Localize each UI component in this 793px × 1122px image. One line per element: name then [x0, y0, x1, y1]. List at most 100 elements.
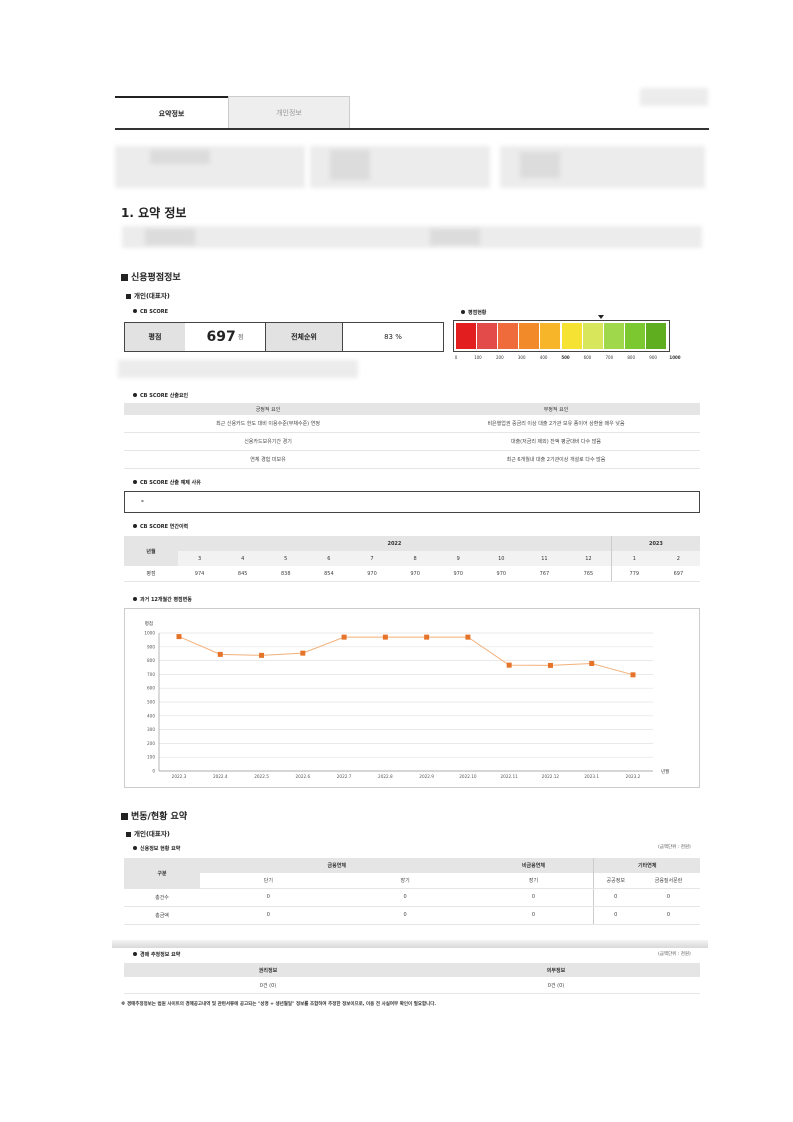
positive-factor: 연체 경험 미보유	[124, 450, 412, 469]
gauge-segment	[498, 323, 519, 349]
data-point	[630, 672, 636, 678]
history-month: 1	[610, 551, 657, 566]
gauge-segment	[456, 323, 477, 349]
exclusion-box: -	[124, 491, 700, 513]
trend-title: 과거 12개월간 평점변동	[133, 596, 192, 603]
auction-rights-header: 권리정보	[124, 963, 412, 977]
gauge-ticks: 0 100 200 300 400 500 600 700 800 900 1000	[450, 355, 681, 363]
data-point	[176, 634, 182, 640]
x-tick-label: 2022.8	[378, 774, 393, 779]
cb-score-label: CB SCORE	[133, 309, 168, 315]
dot-bullet-icon	[133, 309, 137, 313]
history-score: 970	[350, 566, 394, 582]
x-tick-label: 2023.2	[626, 774, 641, 779]
section-divider	[112, 940, 708, 948]
credit-subtitle-text: 개인(대표자)	[134, 292, 170, 300]
history-score: 697	[656, 566, 700, 582]
x-tick-label: 2022.4	[213, 774, 228, 779]
status-public-header: 공공정보	[593, 873, 638, 889]
y-tick-label: 500	[147, 700, 155, 705]
history-score: 845	[221, 566, 265, 582]
history-table: 년월 2022 2023 3 4 5 6 7 8 9 10 11 12 1 2 평점 974 845 838…	[124, 536, 700, 582]
negative-factor: 비은행업권 중금리 이상 대출 2가관 보유 종이어 상환을 매우 낮음	[412, 415, 700, 433]
score-gauge	[453, 320, 670, 352]
history-month: 5	[264, 551, 308, 566]
x-tick-label: 2022.12	[542, 774, 560, 779]
credit-subtitle: 개인(대표자)	[126, 290, 170, 300]
gauge-segment	[603, 323, 624, 349]
status-cell: 0	[336, 888, 474, 907]
data-point	[506, 662, 512, 668]
history-year-2023: 2023	[610, 536, 700, 551]
redacted-block	[430, 229, 480, 245]
x-tick-label: 2022.11	[501, 774, 519, 779]
status-row-label: 총금액	[124, 906, 200, 925]
credit-title-text: 신용평점정보	[131, 273, 181, 283]
history-score: 974	[178, 566, 222, 582]
gauge-segment	[645, 323, 666, 349]
gauge-segment	[540, 323, 561, 349]
status-fin-header: 금융연체	[200, 858, 474, 873]
gauge-tick-label: 700	[605, 355, 614, 360]
y-tick-label: 300	[147, 727, 155, 732]
exclusion-title: CB SCORE 산출 예제 사유	[133, 479, 201, 486]
exclusion-value: -	[141, 497, 144, 505]
status-short-header: 단기	[200, 873, 337, 889]
series-line	[178, 636, 634, 676]
redacted-block	[520, 152, 560, 178]
history-score: 970	[436, 566, 480, 582]
history-row-label: 평점	[124, 566, 178, 582]
data-point	[217, 651, 223, 657]
history-month: 6	[307, 551, 351, 566]
x-tick-label: 2022.7	[337, 774, 352, 779]
x-tick-label: 2023.1	[584, 774, 599, 779]
score-box: 평점 697 점 전체순위 83 %	[124, 322, 444, 352]
history-score: 970	[479, 566, 523, 582]
history-year-2022: 2022	[178, 536, 612, 551]
score-value-cell: 697 점	[185, 323, 265, 351]
change-subtitle: 개인(대표자)	[126, 828, 170, 838]
gauge-tick-label: 800	[627, 355, 636, 360]
data-point	[465, 634, 471, 640]
tab-personal[interactable]: 개인정보	[228, 96, 350, 128]
tab-underline	[115, 128, 709, 130]
factors-title: CB SCORE 산출요인	[133, 392, 188, 399]
tab-summary[interactable]: 요약정보	[115, 96, 228, 128]
history-month: 9	[436, 551, 480, 566]
history-month: 11	[522, 551, 566, 566]
gauge-pointer-icon	[598, 315, 604, 319]
gauge-tick-label: 1000	[669, 355, 681, 360]
gauge-tick-label: 900	[649, 355, 657, 360]
status-cell: 0	[637, 888, 700, 907]
rank-value: 83 %	[384, 333, 402, 341]
gauge-tick-label: 500	[561, 355, 570, 360]
y-tick-label: 0	[152, 769, 155, 774]
exclusion-title-text: CB SCORE 산출 예제 사유	[140, 480, 201, 486]
gauge-label: 평점현황	[461, 309, 486, 316]
change-subtitle-text: 개인(대표자)	[134, 830, 170, 838]
status-nonfin-header: 비금융연체	[473, 858, 594, 873]
y-axis-label: 평점	[145, 620, 153, 627]
data-point	[300, 650, 306, 656]
y-tick-label: 1000	[144, 631, 155, 636]
auction-duty-value: 0건 (0)	[412, 977, 700, 994]
y-tick-label: 100	[147, 755, 155, 760]
data-point	[547, 662, 553, 668]
status-gubun-header: 구분	[124, 858, 200, 889]
gauge-tick-label: 600	[583, 355, 592, 360]
y-tick-label: 900	[147, 644, 155, 649]
cb-score-label-text: CB SCORE	[140, 309, 169, 315]
history-score: 970	[393, 566, 437, 582]
change-title-text: 변동/현황 요약	[131, 812, 188, 822]
status-etc-header: 기타연체	[593, 858, 700, 873]
gauge-tick-label: 400	[539, 355, 548, 360]
score-value: 697	[206, 329, 236, 345]
dot-bullet-icon	[133, 524, 137, 528]
y-tick-label: 800	[147, 658, 155, 663]
dot-bullet-icon	[133, 952, 137, 956]
data-point	[259, 652, 265, 658]
x-tick-label: 2022.6	[295, 774, 310, 779]
dot-bullet-icon	[133, 597, 137, 601]
x-tick-label: 2022.3	[172, 774, 187, 779]
gauge-label-text: 평점현황	[468, 310, 487, 316]
